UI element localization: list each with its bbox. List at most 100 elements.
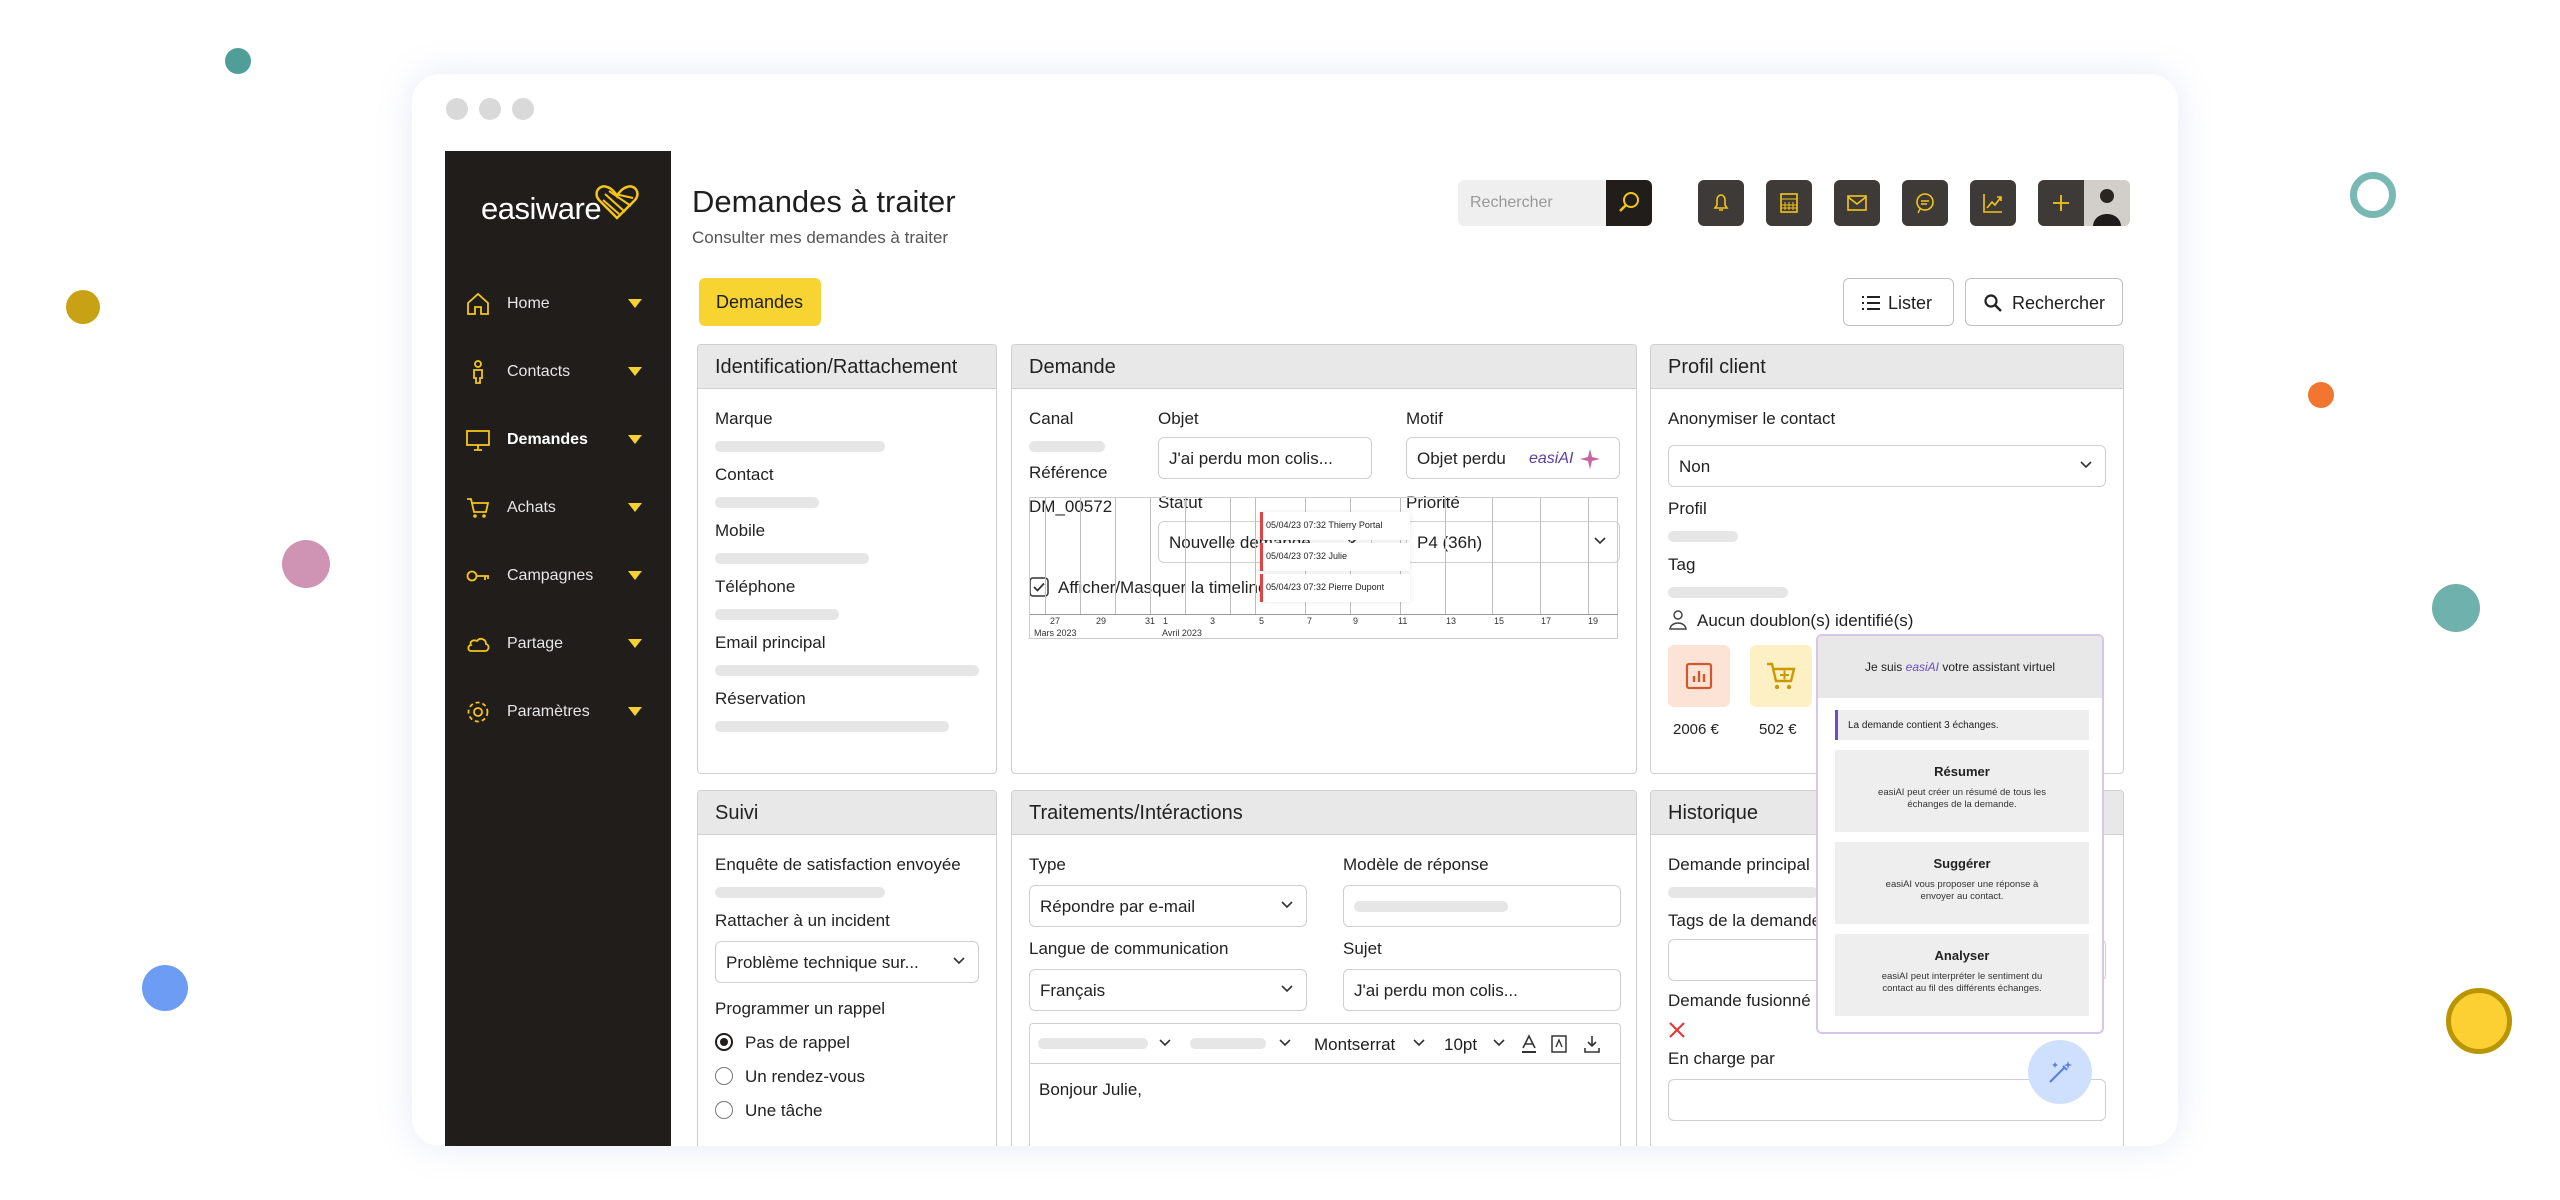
timeline-tick: 29 (1096, 616, 1107, 626)
ai-resumer-card[interactable]: Résumer easiAI peut créer un résumé de t… (1835, 750, 2089, 832)
type-select[interactable]: Répondre par e-mail (1029, 885, 1307, 927)
add-button[interactable] (2038, 180, 2084, 226)
timeline-month: Mars 2023 (1034, 628, 1077, 638)
type-label: Type (1029, 855, 1066, 874)
mail-button[interactable] (1834, 180, 1880, 226)
cart-icon (1767, 662, 1796, 690)
search-input[interactable]: Rechercher (1458, 180, 1606, 226)
bell-icon (1713, 194, 1729, 211)
chevron-down-icon[interactable] (1412, 1038, 1426, 1048)
calculator-button[interactable] (1766, 180, 1812, 226)
sujet-label: Sujet (1343, 939, 1382, 958)
chevron-down-icon[interactable] (628, 571, 642, 580)
sidebar-item-parametres[interactable]: Paramètres (445, 687, 671, 737)
timeline-tick: 27 (1050, 616, 1061, 626)
window-dot (479, 98, 501, 120)
sidebar-item-contacts[interactable]: Contacts (445, 347, 671, 397)
decorative-dot (225, 48, 251, 74)
search-button[interactable] (1606, 180, 1652, 226)
timeline-event[interactable]: 05/04/23 07:32 Julie (1260, 543, 1410, 571)
field-label: Téléphone (715, 577, 796, 596)
app-logo[interactable]: easiware (481, 191, 602, 227)
sidebar-item-label: Partage (507, 635, 564, 652)
magic-wand-icon (2049, 1061, 2072, 1083)
motif-field[interactable]: Objet perdu easiAI (1406, 437, 1620, 479)
text-color-icon[interactable] (1520, 1034, 1538, 1054)
font-name-select[interactable]: Montserrat (1314, 1035, 1395, 1055)
ai-title-suffix: votre assistant virtuel (1939, 660, 2056, 674)
search-icon (1984, 294, 2002, 312)
sparkle-icon[interactable] (1579, 448, 1601, 470)
radio-rendez-vous[interactable] (715, 1067, 733, 1085)
sujet-field[interactable]: J'ai perdu mon colis... (1343, 969, 1621, 1011)
timeline-gridline (1492, 498, 1493, 614)
rechercher-button[interactable]: Rechercher (1965, 278, 2123, 326)
statistics-button[interactable] (1970, 180, 2016, 226)
download-icon[interactable] (1582, 1034, 1602, 1054)
chevron-down-icon[interactable] (628, 367, 642, 376)
modele-field[interactable] (1343, 885, 1621, 927)
sidebar-item-demandes[interactable]: Demandes (445, 415, 671, 465)
stat-tile[interactable] (1668, 645, 1730, 707)
sidebar-item-label: Demandes (507, 431, 588, 448)
objet-field[interactable]: J'ai perdu mon colis... (1158, 437, 1372, 479)
radio-label[interactable]: Une tâche (745, 1101, 823, 1121)
anonymiser-label: Anonymiser le contact (1668, 409, 1836, 428)
ai-magic-button[interactable] (2028, 1040, 2092, 1104)
chevron-down-icon[interactable] (628, 707, 642, 716)
ai-info-banner: La demande contient 3 échanges. (1835, 710, 2089, 740)
style-dropdown[interactable] (1190, 1038, 1266, 1049)
radio-tache[interactable] (715, 1101, 733, 1119)
radio-label[interactable]: Un rendez-vous (745, 1067, 865, 1087)
user-photo-icon (2084, 180, 2130, 226)
tab-demandes[interactable]: Demandes (699, 278, 821, 326)
sidebar-item-campagnes[interactable]: Campagnes (445, 551, 671, 601)
timeline-gridline (1150, 498, 1151, 614)
timeline-gridline (1080, 498, 1081, 614)
ai-panel-header: Je suis easiAI votre assistant virtuel (1818, 636, 2102, 698)
list-icon (1862, 296, 1880, 310)
ai-card-desc: easiAI vous proposer une réponse à envoy… (1885, 879, 2039, 902)
radio-label[interactable]: Pas de rappel (745, 1033, 850, 1053)
incident-select[interactable]: Problème technique sur... (715, 941, 979, 983)
field-label: Mobile (715, 521, 766, 540)
radio-pas-de-rappel[interactable] (715, 1033, 733, 1051)
sidebar-item-partage[interactable]: Partage (445, 619, 671, 669)
window-dot (446, 98, 468, 120)
chevron-down-icon[interactable] (1278, 1038, 1292, 1048)
ai-suggerer-card[interactable]: Suggérer easiAI vous proposer une répons… (1835, 842, 2089, 924)
timeline-chart[interactable]: 05/04/23 07:32 Thierry Portal 05/04/23 0… (1029, 497, 1618, 639)
chevron-down-icon[interactable] (1492, 1038, 1506, 1048)
incident-label: Rattacher à un incident (715, 911, 890, 930)
field-label: Marque (715, 409, 773, 428)
sidebar-item-home[interactable]: Home (445, 279, 671, 329)
chevron-down-icon[interactable] (628, 299, 642, 308)
timeline-event[interactable]: 05/04/23 07:32 Pierre Dupont (1260, 574, 1410, 602)
chevron-down-icon[interactable] (1158, 1038, 1172, 1048)
chevron-down-icon[interactable] (628, 639, 642, 648)
langue-select[interactable]: Français (1029, 969, 1307, 1011)
chevron-down-icon[interactable] (628, 435, 642, 444)
anonymiser-select[interactable]: Non (1668, 445, 2106, 487)
timeline-tick: 13 (1446, 616, 1457, 626)
avatar[interactable] (2084, 180, 2130, 226)
lister-button[interactable]: Lister (1843, 278, 1954, 326)
notifications-button[interactable] (1698, 180, 1744, 226)
ai-analyser-card[interactable]: Analyser easiAI peut interpréter le sent… (1835, 934, 2089, 1016)
ai-assistant-panel: Je suis easiAI votre assistant virtuel L… (1816, 634, 2104, 1034)
timeline-gridline (1255, 498, 1256, 614)
sidebar-item-achats[interactable]: Achats (445, 483, 671, 533)
format-dropdown[interactable] (1038, 1038, 1148, 1049)
close-icon[interactable] (1668, 1021, 1686, 1039)
monitor-icon (466, 430, 490, 451)
timeline-event[interactable]: 05/04/23 07:32 Thierry Portal (1260, 512, 1410, 540)
font-size-select[interactable]: 10pt (1444, 1035, 1477, 1055)
chevron-down-icon[interactable] (628, 503, 642, 512)
stat-tile[interactable] (1750, 645, 1812, 707)
doublons-status: Aucun doublon(s) identifié(s) (1697, 611, 1914, 630)
placeholder-bar (1668, 887, 1818, 898)
format-box-icon[interactable] (1550, 1034, 1568, 1054)
editor-body[interactable]: Bonjour Julie, (1039, 1080, 1142, 1100)
window-dot (512, 98, 534, 120)
chat-button[interactable] (1902, 180, 1948, 226)
